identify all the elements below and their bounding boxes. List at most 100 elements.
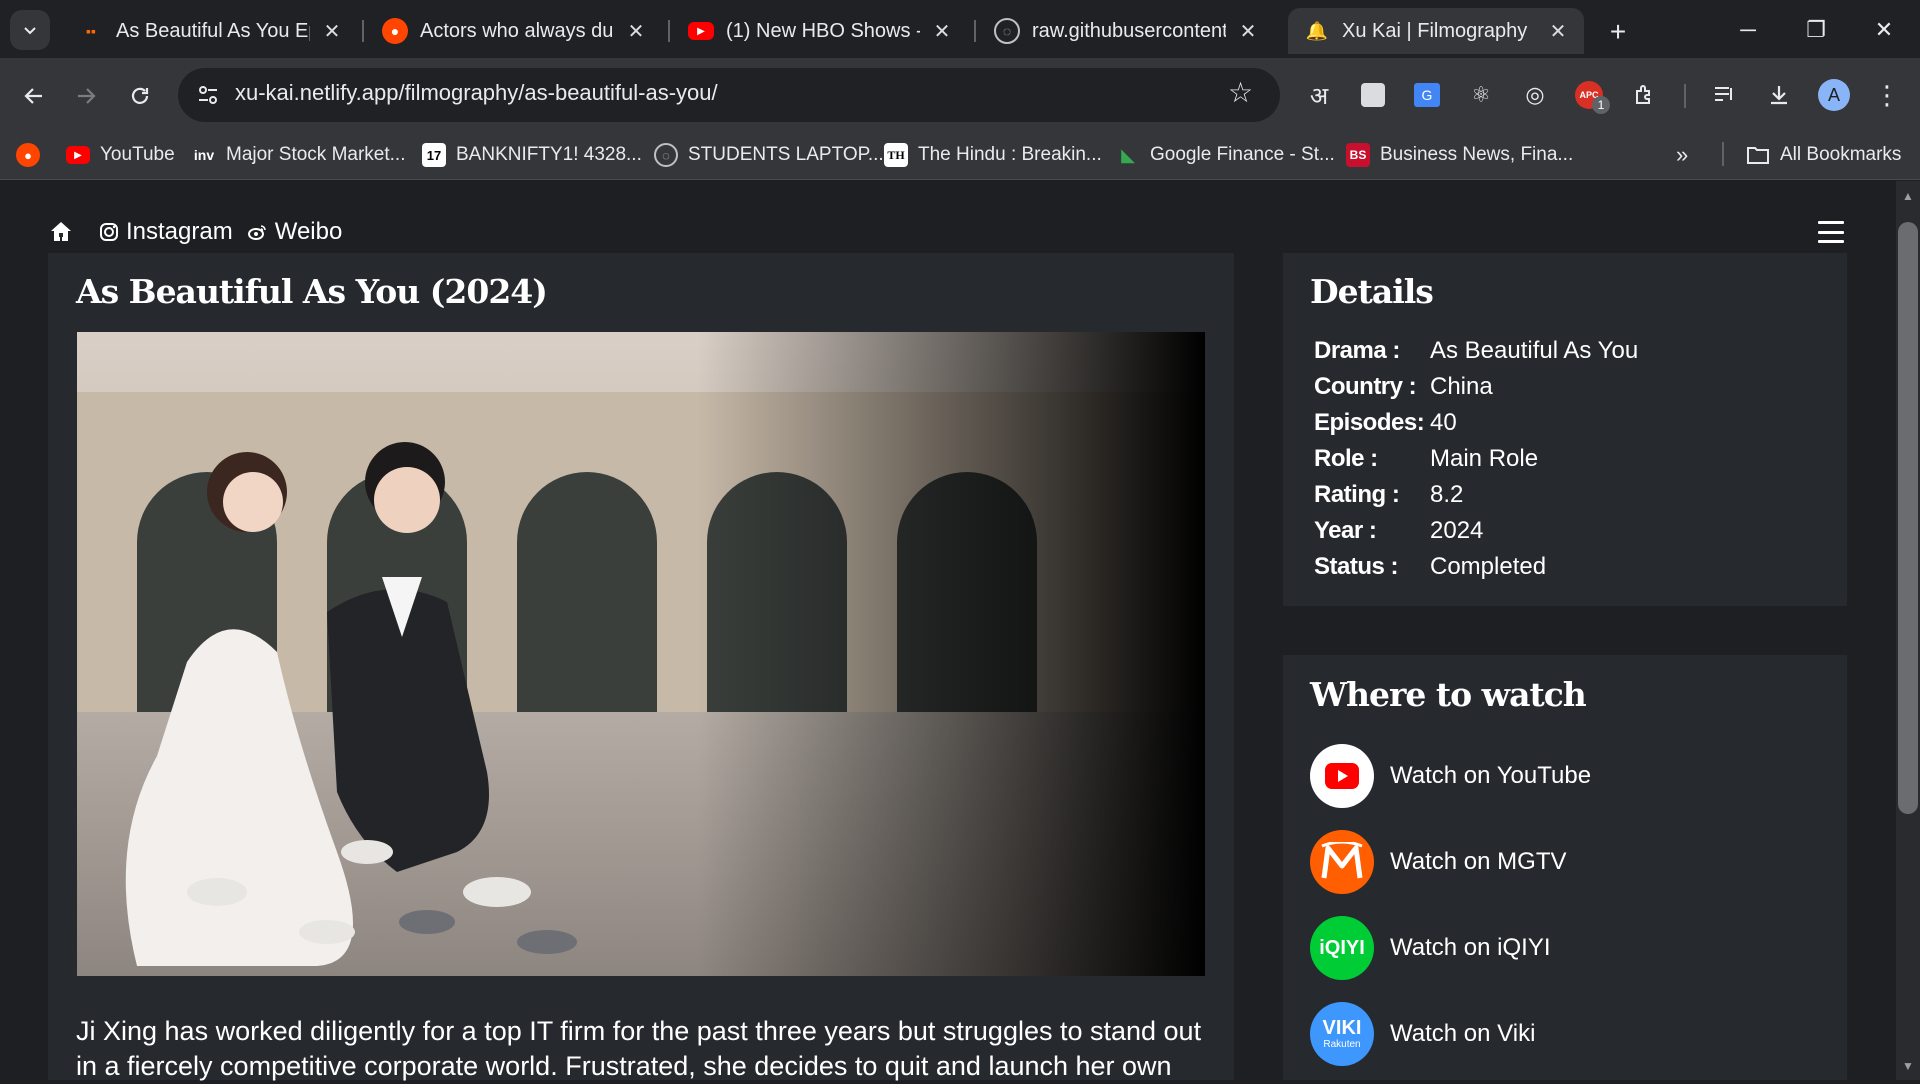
reload-button[interactable] (120, 76, 160, 116)
bookmark-the-hindu[interactable]: TH The Hindu : Breakin... (884, 138, 1102, 172)
new-tab-button[interactable]: + (1600, 14, 1636, 50)
tab-divider (362, 20, 364, 42)
detail-row-year: Year : 2024 (1314, 514, 1483, 548)
site-settings-icon[interactable] (192, 79, 224, 111)
tab-5-active[interactable]: 🔔 Xu Kai | Filmography ✕ (1288, 8, 1584, 54)
close-tab-icon[interactable]: ✕ (320, 19, 344, 43)
viki-favicon-icon: ▪▪ (86, 23, 96, 39)
detail-value: 8.2 (1430, 481, 1464, 508)
minimize-button[interactable]: ─ (1718, 8, 1778, 52)
detail-key: Year : (1314, 517, 1377, 544)
detail-key: Rating : (1314, 481, 1400, 508)
close-tab-icon[interactable]: ✕ (930, 19, 954, 43)
close-tab-icon[interactable]: ✕ (624, 19, 648, 43)
detail-value: China (1430, 373, 1493, 400)
more-menu-icon[interactable]: ⋮ (1868, 76, 1906, 114)
watch-label: Watch on MGTV (1390, 848, 1567, 875)
more-bookmarks-chevron-icon[interactable]: » (1676, 138, 1688, 172)
url-text[interactable]: xu-kai.netlify.app/filmography/as-beauti… (235, 80, 718, 106)
detail-row-rating: Rating : 8.2 (1314, 478, 1463, 512)
tab-search-button[interactable] (10, 10, 50, 50)
forward-button[interactable] (66, 76, 106, 116)
reddit-icon: ● (382, 18, 408, 44)
viki-logo-text: VIKI (1322, 1017, 1362, 1039)
watch-label: Watch on Viki (1390, 1020, 1536, 1047)
extension-badge-count: 1 (1592, 96, 1610, 114)
puzzle-icon (1636, 85, 1650, 104)
tab-title: As Beautiful As You Episo (116, 19, 310, 42)
google-translate-icon[interactable]: G (1408, 76, 1446, 114)
instagram-link[interactable]: Instagram (98, 218, 233, 246)
bookmark-investing[interactable]: inv Major Stock Market... (192, 138, 406, 172)
detail-key: Episodes: (1314, 409, 1425, 436)
tab-2[interactable]: ● Actors who always dub t ✕ (366, 8, 662, 54)
youtube-icon: ▶ (66, 146, 90, 164)
drama-description: Ji Xing has worked diligently for a top … (76, 1016, 1202, 1081)
tradingview-icon: 17 (422, 143, 446, 167)
scrollbar-thumb[interactable] (1898, 222, 1918, 814)
all-bookmarks-button[interactable]: All Bookmarks (1746, 138, 1901, 172)
tab-title: raw.githubusercontent.co (1032, 19, 1226, 42)
arrow-left-icon (24, 88, 42, 104)
tune-icon (199, 86, 217, 104)
download-icon[interactable] (1760, 76, 1798, 114)
bookmark-reddit[interactable]: ● (16, 138, 40, 172)
close-window-button[interactable]: ✕ (1854, 8, 1914, 52)
watch-youtube-link[interactable]: Watch on YouTube (1310, 744, 1591, 808)
home-icon[interactable] (48, 219, 74, 245)
detail-value: 40 (1430, 409, 1457, 436)
folder-icon (1746, 143, 1770, 167)
scroll-down-arrow-icon[interactable]: ▼ (1898, 1056, 1918, 1076)
target-extension-icon[interactable]: ◎ (1516, 76, 1554, 114)
globe-icon: ◌ (654, 143, 678, 167)
watch-iqiyi-link[interactable]: iQIYI Watch on iQIYI (1310, 916, 1551, 980)
bookmark-students-laptop[interactable]: ◌ STUDENTS LAPTOP... (654, 138, 884, 172)
download-arrow-icon (1771, 86, 1787, 105)
instagram-label: Instagram (126, 218, 233, 245)
detail-row-episodes: Episodes: 40 (1314, 406, 1457, 440)
hindi-extension-icon[interactable]: अ (1300, 76, 1338, 114)
page-title: As Beautiful As You (2024) (76, 272, 548, 311)
globe-icon: ◌ (994, 18, 1020, 44)
bookmark-label: Business News, Fina... (1380, 144, 1574, 165)
tab-divider (668, 20, 670, 42)
bookmark-youtube[interactable]: ▶ YouTube (66, 138, 175, 172)
scroll-up-arrow-icon[interactable]: ▲ (1898, 186, 1918, 206)
google-finance-icon: ◣ (1121, 144, 1135, 165)
where-to-watch-heading: Where to watch (1310, 675, 1587, 714)
bookmark-tradingview[interactable]: 17 BANKNIFTY1! 4328... (422, 138, 642, 172)
bookmark-google-finance[interactable]: ◣ Google Finance - St... (1116, 138, 1335, 172)
profile-avatar[interactable]: A (1818, 79, 1850, 111)
tab-1[interactable]: ▪▪ As Beautiful As You Episo ✕ (62, 8, 358, 54)
extensions-puzzle-icon[interactable] (1626, 76, 1664, 114)
react-devtools-icon[interactable]: ⚛ (1462, 76, 1500, 114)
detail-value: 2024 (1430, 517, 1484, 544)
watch-label: Watch on iQIYI (1390, 934, 1551, 961)
weibo-link[interactable]: Weibo (247, 218, 342, 246)
detail-key: Country : (1314, 373, 1417, 400)
reading-list-icon[interactable] (1706, 76, 1744, 114)
youtube-icon: ▶ (688, 22, 714, 40)
close-tab-icon[interactable]: ✕ (1546, 19, 1570, 43)
detail-value: As Beautiful As You (1430, 337, 1639, 364)
watch-viki-link[interactable]: VIKI Rakuten Watch on Viki (1310, 1002, 1535, 1066)
the-hindu-icon: TH (884, 143, 908, 167)
bookmark-business-standard[interactable]: BS Business News, Fina... (1346, 138, 1573, 172)
bookmark-star-icon[interactable]: ☆ (1228, 76, 1253, 109)
detail-value: Completed (1430, 553, 1547, 580)
detail-key: Status : (1314, 553, 1399, 580)
adblock-extension-icon[interactable]: APC 1 (1570, 76, 1610, 114)
restore-button[interactable]: ❐ (1786, 8, 1846, 52)
hamburger-menu-icon[interactable] (1818, 221, 1844, 243)
business-standard-icon: BS (1346, 143, 1370, 167)
instagram-icon (98, 221, 120, 243)
watch-mgtv-link[interactable]: Watch on MGTV (1310, 830, 1566, 894)
iqiyi-logo-icon: iQIYI (1310, 916, 1374, 980)
tab-title: Xu Kai | Filmography (1342, 19, 1528, 42)
tab-title: (1) New HBO Shows - SN (726, 19, 920, 42)
tab-4[interactable]: ◌ raw.githubusercontent.co ✕ (978, 8, 1274, 54)
extension-puzzle-image-icon[interactable] (1354, 76, 1392, 114)
close-tab-icon[interactable]: ✕ (1236, 19, 1260, 43)
tab-3[interactable]: ▶ (1) New HBO Shows - SN ✕ (672, 8, 968, 54)
back-button[interactable] (14, 76, 54, 116)
